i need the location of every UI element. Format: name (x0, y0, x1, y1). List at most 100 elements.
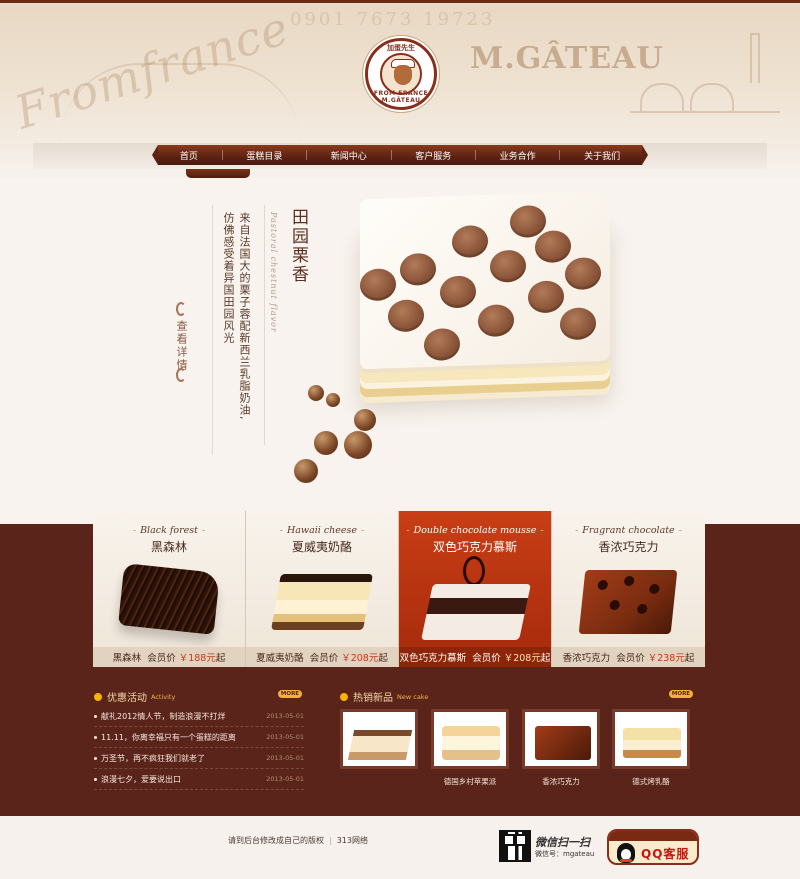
new-cake-item[interactable]: 香浓巧克力 (522, 709, 600, 787)
nav-item-service[interactable]: 客户服务 (411, 149, 455, 162)
new-cake-thumbnail (522, 709, 600, 769)
chocolate-dollop (440, 275, 476, 309)
chestnut (354, 409, 376, 431)
new-cakes-title: 热销新品 (353, 693, 393, 704)
qq-service-label: QQ客服 (641, 847, 690, 861)
product-chinese-name: 双色巧克力慕斯 (432, 540, 517, 554)
new-cakes-more-button[interactable]: MORE (669, 690, 693, 698)
nav-item-news[interactable]: 新闻中心 (327, 149, 371, 162)
new-cake-caption: 德式烤乳酪 (632, 777, 670, 786)
chestnut (314, 431, 338, 455)
product-card-black-forest[interactable]: Black forest 黑森林 黑森林 会员价 ￥188元 起 (93, 511, 246, 667)
product-chinese-name: 夏威夷奶酪 (291, 540, 352, 554)
chocolate-hole (597, 580, 609, 590)
new-cake-item[interactable]: 德国乡村苹果派 (431, 709, 509, 787)
chef-face-icon (394, 65, 412, 85)
product-price-bar: 夏威夷奶酪 会员价 ￥208元 起 (246, 647, 398, 667)
footer-copyright: 请到后台修改成自己的版权 | 313网络 (228, 835, 368, 846)
chocolate-dollop (560, 307, 596, 341)
nav-item-home[interactable]: 首页 (176, 149, 202, 162)
chocolate-dollop (360, 268, 396, 302)
featured-products: Black forest 黑森林 黑森林 会员价 ￥188元 起 Hawaii … (93, 511, 705, 667)
promotions-more-button[interactable]: MORE (278, 690, 302, 698)
promotion-item[interactable]: 浪漫七夕，爱要说出口 2013-05-01 (94, 769, 304, 790)
wechat-title: 微信扫一扫 (535, 836, 590, 849)
product-card-hawaii-cheese[interactable]: Hawaii cheese 夏威夷奶酪 夏威夷奶酪 会员价 ￥208元 起 (246, 511, 399, 667)
logo-text-bottom: FROM FRANCE M.GÂTEAU (373, 90, 429, 104)
qq-service-button[interactable]: QQ客服 (607, 829, 699, 865)
fragrant-chocolate-cake-image (578, 570, 678, 634)
product-card-double-chocolate[interactable]: Double chocolate mousse 双色巧克力慕斯 双色巧克力慕斯 … (399, 511, 552, 667)
nav-item-business[interactable]: 业务合作 (496, 149, 540, 162)
promotion-date: 2013-05-01 (266, 775, 304, 783)
logo-text-top: 加蛋先生 (387, 44, 415, 52)
product-price: ￥208元 (341, 653, 379, 664)
chocolate-dollop (528, 280, 564, 314)
nav-separator (306, 150, 308, 160)
black-forest-cake-image (118, 563, 220, 635)
promotions-heading: 优惠活动 Activity (94, 689, 175, 704)
product-english-name: Hawaii cheese (246, 525, 398, 536)
view-details-link[interactable]: 查看详情 (170, 300, 194, 390)
price-suffix: 起 (684, 653, 695, 664)
swirl-bottom-icon (176, 368, 186, 382)
new-cake-thumbnail (431, 709, 509, 769)
product-chinese-name: 黑森林 (150, 540, 187, 554)
brand-logo[interactable]: 加蛋先生 FROM FRANCE M.GÂTEAU (365, 38, 437, 110)
chocolate-dollop (535, 229, 571, 264)
price-suffix: 起 (215, 653, 226, 664)
wechat-qr-code (499, 830, 531, 862)
hero-description-line1: 来自法国大的栗子蓉配新西兰乳脂奶油, (238, 212, 251, 421)
hero-cake-image (294, 190, 700, 495)
product-price-bar: 黑森林 会员价 ￥188元 起 (93, 647, 245, 667)
hawaii-cheese-cake-image (271, 574, 373, 630)
product-image (266, 556, 379, 646)
price-suffix: 起 (540, 653, 551, 664)
product-name: 夏威夷奶酪 (256, 653, 304, 664)
nav-separator (474, 150, 476, 160)
nav-item-catalog[interactable]: 蛋糕目录 (242, 149, 286, 162)
new-cakes-grid: 德国乡村苹果派 香浓巧克力 德式烤乳酪 (340, 709, 692, 789)
new-cake-caption: 德国乡村苹果派 (443, 777, 497, 786)
chestnut (308, 385, 324, 401)
new-cake-item[interactable]: 德式烤乳酪 (612, 709, 690, 787)
logo-chef-emblem (380, 53, 422, 95)
qq-penguin-icon (617, 843, 635, 863)
nav-separator (559, 150, 561, 160)
promotions-list: 献礼2012情人节，制造浪漫不打烊 2013-05-01 11.11，你离幸福只… (94, 706, 304, 790)
hero-divider (212, 205, 213, 455)
chestnut (344, 431, 372, 459)
chocolate-dollop (510, 204, 546, 239)
hero-description-line2: 仿佛感受着异国田园风光 (222, 212, 235, 344)
nav-item-about[interactable]: 关于我们 (580, 149, 624, 162)
product-name: 香浓巧克力 (562, 653, 611, 664)
promotion-date: 2013-05-01 (266, 712, 304, 720)
new-cake-item[interactable] (340, 709, 418, 776)
new-cake-thumbnail (612, 709, 690, 769)
nav-separator (221, 150, 223, 160)
product-image (113, 556, 226, 646)
product-card-fragrant-chocolate[interactable]: Fragrant chocolate 香浓巧克力 香浓巧克力 会员价 ￥238元… (552, 511, 705, 667)
footer-site-link[interactable]: 313网络 (337, 835, 368, 846)
product-name: 双色巧克力慕斯 (399, 653, 467, 664)
chocolate-hole (623, 576, 635, 586)
chocolate-dollop (452, 224, 488, 259)
promotions-title: 优惠活动 (107, 693, 147, 704)
promotion-item[interactable]: 献礼2012情人节，制造浪漫不打烊 2013-05-01 (94, 706, 304, 727)
promotion-title: 11.11，你离幸福只有一个蛋糕的距离 (101, 732, 236, 742)
chocolate-swirl-decoration (463, 556, 485, 586)
double-chocolate-mousse-image (421, 584, 531, 640)
promotion-date: 2013-05-01 (266, 754, 304, 762)
promotion-item[interactable]: 11.11，你离幸福只有一个蛋糕的距离 2013-05-01 (94, 727, 304, 748)
new-cakes-heading: 热销新品 New cake (340, 689, 428, 704)
chocolate-dollop (565, 256, 601, 291)
bullet-icon (94, 692, 102, 701)
product-english-name: Fragrant chocolate (552, 525, 705, 536)
chocolate-dollop (400, 252, 436, 286)
promotion-item[interactable]: 万圣节，再不疯狂我们就老了 2013-05-01 (94, 748, 304, 769)
product-english-name: Double chocolate mousse (399, 525, 551, 536)
product-english-name: Black forest (93, 525, 245, 536)
product-price: ￥188元 (178, 653, 216, 664)
copyright-notice: 请到后台修改成自己的版权 (228, 836, 324, 845)
chocolate-drip-decoration (609, 831, 697, 841)
